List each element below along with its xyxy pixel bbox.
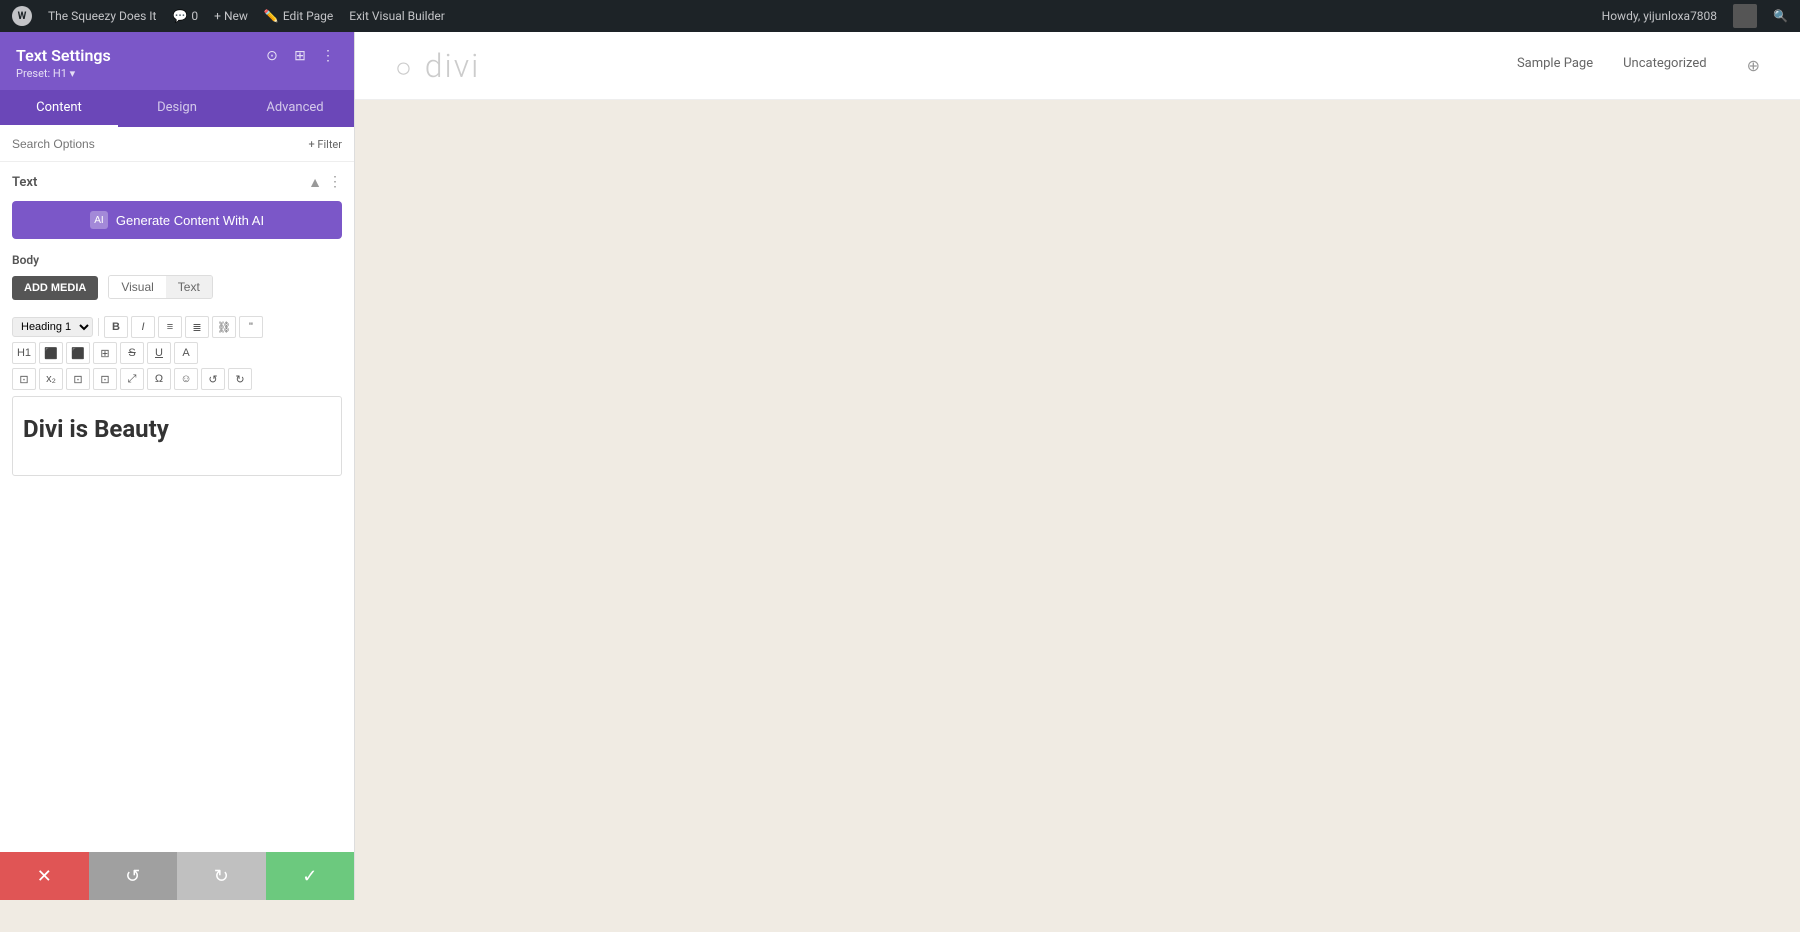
filter-button[interactable]: + Filter	[308, 138, 342, 151]
link-button[interactable]: ⛓	[212, 316, 236, 338]
tab-design[interactable]: Design	[118, 90, 236, 127]
page-wrapper: Text Settings Preset: H1 ▾ ⊙ ⊞ ⋮ Content…	[0, 32, 1800, 900]
outdent-button[interactable]: ⊡	[66, 368, 90, 390]
text-toggle[interactable]: Text	[166, 276, 212, 298]
admin-search-icon[interactable]: 🔍	[1773, 9, 1788, 23]
heading-select[interactable]: Heading 1	[12, 317, 93, 337]
ol-button[interactable]: ≣	[185, 316, 209, 338]
section-more-icon[interactable]: ⋮	[328, 174, 342, 191]
indent-button[interactable]: ⊡	[12, 368, 36, 390]
bottom-action-bar: ✕ ↺ ↻ ✓	[0, 852, 354, 900]
body-label: Body	[12, 253, 342, 267]
ul-button[interactable]: ≡	[158, 316, 182, 338]
underline-button[interactable]: U	[147, 342, 171, 364]
sidebar-panel: Text Settings Preset: H1 ▾ ⊙ ⊞ ⋮ Content…	[0, 32, 355, 900]
toolbar-divider-1	[98, 318, 99, 336]
h1-button[interactable]: H1	[12, 342, 36, 364]
strikethrough-button[interactable]: S	[120, 342, 144, 364]
tab-advanced[interactable]: Advanced	[236, 90, 354, 127]
ai-icon: AI	[90, 211, 108, 229]
add-media-button[interactable]: ADD MEDIA	[12, 276, 98, 300]
comment-link[interactable]: 💬 0	[172, 9, 198, 23]
site-name: The Squeezy Does It	[48, 9, 156, 23]
special-chars-button[interactable]: Ω	[147, 368, 171, 390]
nav-search-icon[interactable]: ⊕	[1747, 56, 1760, 75]
quote-button[interactable]: "	[239, 316, 263, 338]
new-link[interactable]: + New	[214, 9, 248, 23]
sidebar-header-icons: ⊙ ⊞ ⋮	[262, 46, 338, 66]
sidebar-search-area: + Filter	[0, 127, 354, 162]
admin-bar-right: Howdy, yijunloxa7808 🔍	[1602, 4, 1788, 28]
main-content: ○ divi Sample Page Uncategorized ⊕ Erat …	[355, 32, 1800, 900]
howdy-label: Howdy, yijunloxa7808	[1602, 9, 1717, 23]
admin-bar: W The Squeezy Does It 💬 0 + New ✏️ Edit …	[0, 0, 1800, 32]
tab-content[interactable]: Content	[0, 90, 118, 127]
sidebar-title: Text Settings	[16, 46, 111, 65]
settings-icon[interactable]: ⊙	[262, 46, 282, 66]
exit-builder-link[interactable]: Exit Visual Builder	[349, 9, 445, 23]
preset-selector[interactable]: Preset: H1 ▾	[16, 67, 111, 80]
grid-icon[interactable]: ⊞	[290, 46, 310, 66]
redo-button[interactable]: ↻	[177, 852, 266, 900]
new-label: + New	[214, 9, 248, 23]
subscript-button[interactable]: x₂	[39, 368, 63, 390]
undo-editor-button[interactable]: ↺	[201, 368, 225, 390]
edit-page-link[interactable]: ✏️ Edit Page	[264, 9, 333, 23]
visual-toggle[interactable]: Visual	[109, 276, 165, 298]
sidebar-header: Text Settings Preset: H1 ▾ ⊙ ⊞ ⋮	[0, 32, 354, 90]
editor-toggle: Visual Text	[108, 275, 212, 299]
table-button[interactable]: ⊞	[93, 342, 117, 364]
cancel-button[interactable]: ✕	[0, 852, 89, 900]
pencil-icon: ✏️	[264, 9, 279, 23]
search-input[interactable]	[12, 137, 300, 151]
uncategorized-link[interactable]: Uncategorized	[1623, 56, 1706, 75]
bold-button[interactable]: B	[104, 316, 128, 338]
align-left-button[interactable]: ⬛	[39, 342, 63, 364]
collapse-icon[interactable]: ▲	[308, 174, 322, 191]
divi-navbar: ○ divi Sample Page Uncategorized ⊕	[355, 32, 1800, 100]
user-avatar[interactable]	[1733, 4, 1757, 28]
more-icon[interactable]: ⋮	[318, 46, 338, 66]
wp-logo-icon[interactable]: W	[12, 6, 32, 26]
comment-icon: 💬	[172, 9, 187, 23]
toolbar-row-3: ⊡ x₂ ⊡ ⊡ ⤢ Ω ☺ ↺ ↻	[12, 368, 342, 390]
format-button[interactable]: ⊡	[93, 368, 117, 390]
color-button[interactable]: A	[174, 342, 198, 364]
text-section-header: Text ▲ ⋮	[12, 174, 342, 191]
sidebar-content: Text ▲ ⋮ AI Generate Content With AI Bod…	[0, 162, 354, 852]
undo-button[interactable]: ↺	[89, 852, 178, 900]
align-center-button[interactable]: ⬛	[66, 342, 90, 364]
sample-page-link[interactable]: Sample Page	[1517, 56, 1593, 75]
section-actions: ▲ ⋮	[308, 174, 342, 191]
site-name-link[interactable]: The Squeezy Does It	[48, 9, 156, 23]
sidebar-tabs: Content Design Advanced	[0, 90, 354, 127]
toolbar-row-1: Heading 1 B I ≡ ≣ ⛓ "	[12, 316, 342, 338]
italic-button[interactable]: I	[131, 316, 155, 338]
generate-ai-button[interactable]: AI Generate Content With AI	[12, 201, 342, 239]
text-section-title: Text	[12, 175, 37, 190]
fullscreen-button[interactable]: ⤢	[120, 368, 144, 390]
divi-logo: ○ divi	[395, 47, 484, 85]
editor-area[interactable]: Divi is Beauty	[12, 396, 342, 476]
toolbar-row-2: H1 ⬛ ⬛ ⊞ S U A	[12, 342, 342, 364]
nav-links: Sample Page Uncategorized ⊕	[1517, 56, 1760, 75]
emoji-button[interactable]: ☺	[174, 368, 198, 390]
editor-content: Divi is Beauty	[23, 415, 331, 443]
redo-editor-button[interactable]: ↻	[228, 368, 252, 390]
confirm-button[interactable]: ✓	[266, 852, 355, 900]
